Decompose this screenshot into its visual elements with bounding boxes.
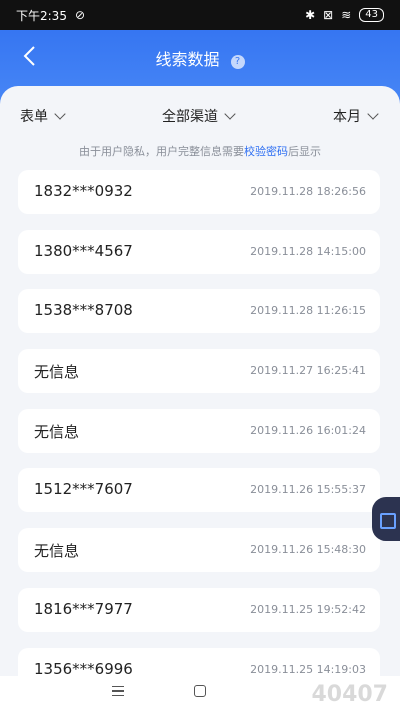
lead-phone: 1538***8708 (34, 301, 133, 320)
list-item[interactable]: 无信息 2019.11.27 16:25:41 (18, 349, 380, 394)
list-item[interactable]: 无信息 2019.11.26 15:48:30 (18, 528, 380, 573)
lead-time: 2019.11.25 14:19:03 (250, 662, 366, 676)
lead-list: 1832***0932 2019.11.28 18:26:56 1380***45… (18, 170, 380, 707)
alarm-icon: ⊘ (74, 8, 86, 22)
chevron-down-icon (224, 108, 236, 120)
notice-prefix: 由于用户隐私，用户完整信息需要 (79, 145, 244, 158)
lead-phone: 1832***0932 (34, 182, 133, 200)
wifi-icon: ≋ (341, 8, 352, 22)
list-item[interactable]: 1380***4567 2019.11.28 14:15:00 (18, 229, 380, 274)
period-filter[interactable]: 本月 (333, 106, 379, 126)
menu-icon[interactable] (112, 686, 124, 696)
channel-filter-label: 全部渠道 (162, 109, 218, 125)
list-item[interactable]: 1512***7607 2019.11.26 15:55:37 (18, 468, 380, 513)
lead-time: 2019.11.27 16:25:41 (250, 364, 366, 378)
lead-time: 2019.11.28 18:26:56 (250, 185, 366, 198)
lead-time: 2019.11.25 19:52:42 (250, 602, 366, 616)
lead-time: 2019.11.26 15:48:30 (250, 543, 366, 557)
sim-icon: ⊠ (323, 8, 334, 22)
top-navigation: 线索数据 ? (0, 30, 400, 82)
lead-phone: 无信息 (34, 422, 80, 441)
form-filter[interactable]: 表单 (20, 106, 66, 126)
list-item[interactable]: 无信息 2019.11.26 16:01:24 (18, 408, 380, 453)
verify-password-link[interactable]: 校验密码 (244, 145, 288, 158)
home-icon[interactable] (194, 685, 206, 697)
list-item[interactable]: 1816***7977 2019.11.25 19:52:42 (18, 587, 380, 632)
form-filter-label: 表单 (20, 109, 48, 125)
list-item[interactable]: 1832***0932 2019.11.28 18:26:56 (18, 170, 380, 214)
privacy-notice: 由于用户隐私，用户完整信息需要校验密码后显示 (0, 143, 400, 159)
status-bar: 下午2:35 ⊘ ✱ ⊠ ≋ 43 (0, 0, 400, 30)
filter-bar: 表单 全部渠道 本月 (0, 106, 400, 128)
system-navigation-bar: 40407 (0, 676, 400, 711)
lead-time: 2019.11.26 15:55:37 (250, 483, 366, 497)
notice-suffix: 后显示 (288, 145, 321, 158)
watermark: 40407 (311, 682, 388, 707)
channel-filter[interactable]: 全部渠道 (162, 106, 236, 126)
lead-phone: 1356***6996 (34, 659, 133, 678)
lead-phone: 无信息 (34, 542, 80, 561)
lead-time: 2019.11.26 16:01:24 (250, 423, 366, 437)
page-title: 线索数据 (155, 50, 220, 69)
lead-phone: 无信息 (34, 363, 80, 382)
battery-indicator: 43 (359, 8, 384, 22)
help-icon[interactable]: ? (230, 55, 245, 69)
chevron-down-icon (367, 108, 379, 120)
period-filter-label: 本月 (333, 109, 361, 125)
lead-time: 2019.11.28 11:26:15 (250, 304, 366, 318)
page-title-area: 线索数据 ? (0, 46, 400, 70)
lead-phone: 1816***7977 (34, 599, 133, 618)
list-item[interactable]: 1538***8708 2019.11.28 11:26:15 (18, 289, 380, 334)
floating-assistant-button[interactable] (372, 497, 400, 541)
lead-phone: 1512***7607 (34, 480, 133, 499)
lead-time: 2019.11.28 14:15:00 (250, 244, 366, 258)
bluetooth-icon: ✱ (305, 8, 316, 22)
chevron-down-icon (54, 108, 66, 120)
status-time: 下午2:35 (16, 8, 67, 23)
lead-phone: 1380***4567 (34, 241, 133, 260)
